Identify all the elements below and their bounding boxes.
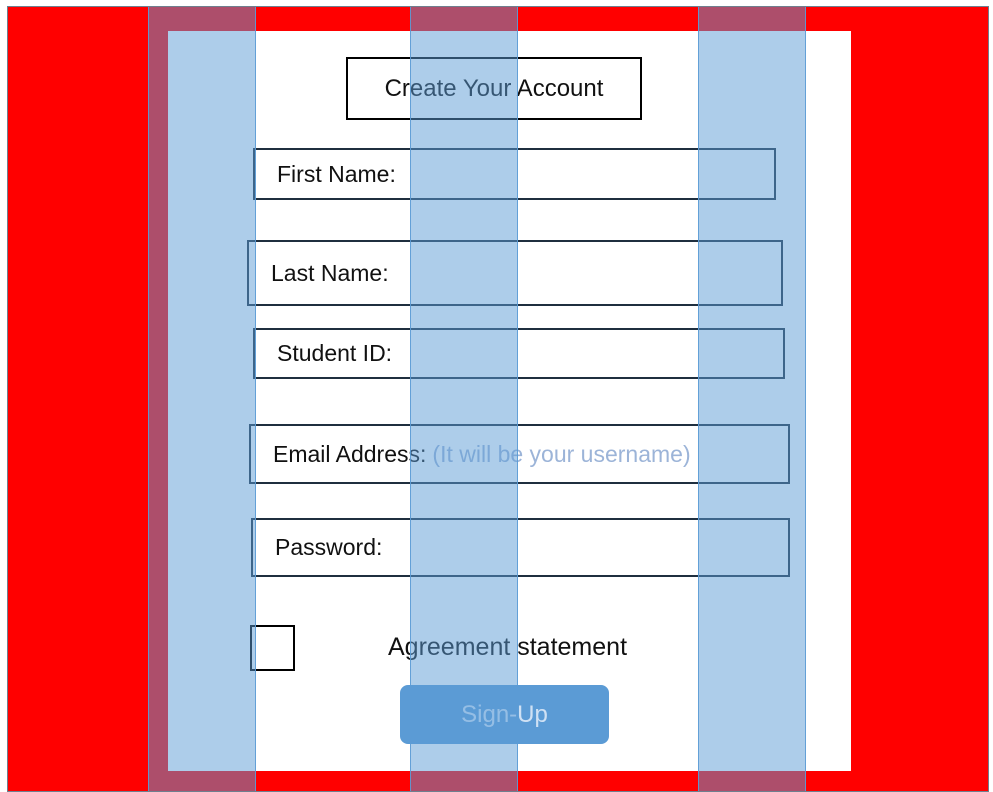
email-hint: (It will be your username) [432, 440, 691, 467]
page-frame: Create Your Account First Name: Last Nam… [7, 6, 989, 792]
password-field[interactable]: Password: [251, 518, 790, 577]
form-title: Create Your Account [346, 57, 642, 120]
last-name-label: Last Name: [271, 259, 389, 286]
agreement-label: Agreement statement [388, 633, 628, 661]
agreement-checkbox[interactable] [250, 625, 295, 671]
first-name-label: First Name: [277, 160, 396, 187]
last-name-field[interactable]: Last Name: [247, 240, 783, 306]
sign-up-button[interactable]: Sign-Up [400, 685, 609, 744]
first-name-field[interactable]: First Name: [253, 148, 776, 200]
email-field[interactable]: Email Address: (It will be your username… [249, 424, 790, 484]
password-label: Password: [275, 534, 383, 560]
email-label: Email Address: [273, 440, 427, 467]
student-id-label: Student ID: [277, 340, 393, 366]
student-id-field[interactable]: Student ID: [253, 328, 785, 379]
